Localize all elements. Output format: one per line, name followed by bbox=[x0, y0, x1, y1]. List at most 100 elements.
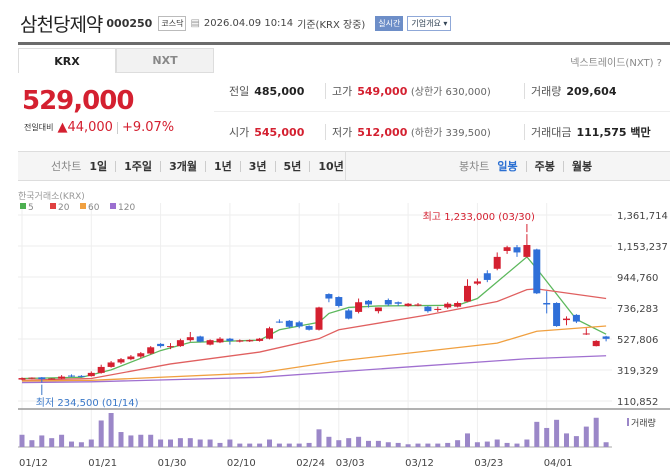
stat-low: 저가 512,000 (하한가 339,500) bbox=[325, 124, 491, 140]
candle-body bbox=[523, 244, 531, 257]
candle-body bbox=[394, 302, 402, 304]
legend-swatch bbox=[20, 203, 26, 209]
period-line_items-6[interactable]: 10년 bbox=[318, 158, 343, 174]
stat-label: 시가 bbox=[229, 126, 250, 139]
volume-bar bbox=[356, 436, 362, 447]
period-line_items-1[interactable]: 1주일 bbox=[124, 158, 152, 174]
volume-bar bbox=[158, 439, 164, 447]
volume-bar bbox=[118, 432, 124, 447]
volume-bar bbox=[405, 444, 411, 447]
volume-bar bbox=[177, 438, 183, 447]
candle-body bbox=[38, 377, 46, 380]
period-line_items-5[interactable]: 5년 bbox=[284, 158, 302, 174]
candle-body bbox=[503, 247, 511, 251]
period-line_items-3[interactable]: 1년 bbox=[214, 158, 232, 174]
volume-bar bbox=[168, 439, 173, 447]
divider bbox=[239, 160, 241, 172]
volume-bar bbox=[564, 433, 569, 447]
period-candle_items-2[interactable]: 월봉 bbox=[572, 158, 592, 174]
volume-bar bbox=[465, 433, 470, 447]
volume-bar bbox=[316, 429, 322, 447]
volume-bar bbox=[128, 435, 134, 447]
candle-body bbox=[196, 336, 204, 342]
stat-prev: 전일 485,000 bbox=[229, 83, 304, 99]
candle-body bbox=[335, 297, 343, 306]
candle-body bbox=[572, 314, 580, 322]
volume-bar bbox=[415, 443, 421, 447]
divider bbox=[160, 160, 162, 172]
low-annotation: 최저 234,500 (01/14) bbox=[36, 397, 139, 409]
candle-body bbox=[543, 302, 551, 305]
divider bbox=[274, 160, 276, 172]
volume-bar bbox=[524, 439, 530, 447]
volume-bar bbox=[484, 441, 490, 447]
x-tick-label: 02/24 bbox=[296, 458, 325, 469]
volume-bar bbox=[59, 434, 65, 447]
candle-body bbox=[404, 303, 412, 306]
candle-body bbox=[157, 343, 165, 347]
candle-body bbox=[473, 281, 481, 284]
basis: 기준(KRX 장중) bbox=[297, 19, 366, 31]
x-tick-label: 01/30 bbox=[158, 458, 187, 469]
volume-bar bbox=[88, 439, 94, 447]
volume-legend-label: 거래량 bbox=[631, 417, 656, 429]
period-candle_items-0[interactable]: 일봉 bbox=[497, 158, 517, 174]
company-info-dropdown[interactable]: 기업개요 ▾ bbox=[407, 15, 452, 31]
candle-body bbox=[355, 302, 363, 312]
candle-chart-periods: 봉차트 일봉 주봉 월봉 bbox=[346, 158, 592, 174]
candle-body bbox=[117, 359, 125, 363]
volume-bar bbox=[108, 413, 114, 447]
candle-body bbox=[216, 338, 224, 343]
x-tick-label: 03/03 bbox=[336, 458, 365, 469]
volume-bar bbox=[306, 442, 312, 447]
legend-label: 20 bbox=[58, 203, 70, 213]
stat-label: 저가 bbox=[332, 126, 353, 139]
volume-bar bbox=[296, 443, 302, 447]
stock-chart[interactable]: 1,361,714 1,153,237 944,760 736,283 527,806 3… bbox=[0, 183, 670, 472]
volume-bar bbox=[39, 435, 45, 447]
stat-value: 545,000 bbox=[254, 126, 305, 139]
candle-body bbox=[18, 378, 26, 380]
nxt-help-link[interactable]: 넥스트레이드(NXT) ? bbox=[570, 54, 662, 69]
y-tick-label: 1,153,237 bbox=[617, 242, 668, 253]
candle-body bbox=[137, 353, 145, 357]
stat-volume: 거래량 209,604 bbox=[524, 83, 616, 99]
volume-bar bbox=[207, 439, 213, 447]
candle-body bbox=[305, 326, 313, 330]
candle-body bbox=[206, 340, 214, 345]
candle-body bbox=[345, 310, 353, 319]
period-line_items-0[interactable]: 1일 bbox=[89, 158, 107, 174]
volume-bar bbox=[326, 436, 332, 447]
calendar-icon: ▤ bbox=[190, 17, 200, 29]
stat-value: 111,575 백만 bbox=[576, 126, 651, 139]
candle-body bbox=[256, 338, 264, 341]
candle-body bbox=[315, 307, 323, 330]
volume-bar bbox=[78, 442, 84, 447]
y-tick-label: 736,283 bbox=[617, 304, 658, 315]
candle-body bbox=[483, 273, 491, 280]
candle-body bbox=[28, 377, 36, 379]
candle-body bbox=[68, 375, 75, 377]
upper-limit: (상한가 630,000) bbox=[410, 87, 491, 98]
candle-body bbox=[167, 346, 174, 348]
candle-body bbox=[602, 336, 610, 339]
volume-bar bbox=[69, 441, 74, 447]
tab-nxt[interactable]: NXT bbox=[116, 48, 214, 73]
tab-krx[interactable]: KRX bbox=[18, 48, 116, 73]
period-line_items-2[interactable]: 3개월 bbox=[169, 158, 197, 174]
stat-value: 209,604 bbox=[566, 85, 617, 98]
volume-bar bbox=[217, 442, 223, 447]
volume-bar bbox=[514, 443, 520, 447]
candle-body bbox=[295, 322, 303, 327]
period-candle_items-1[interactable]: 주봉 bbox=[535, 158, 555, 174]
candle-body bbox=[582, 333, 590, 335]
legend-swatch bbox=[50, 203, 56, 209]
ma-line-5 bbox=[21, 255, 607, 380]
realtime-button[interactable]: 실시간 bbox=[375, 15, 404, 31]
volume-bar bbox=[138, 434, 144, 447]
legend-label: 120 bbox=[118, 203, 135, 213]
divider bbox=[116, 121, 118, 134]
period-line_items-4[interactable]: 3년 bbox=[249, 158, 267, 174]
candle-body bbox=[266, 328, 273, 339]
divider bbox=[562, 160, 564, 172]
